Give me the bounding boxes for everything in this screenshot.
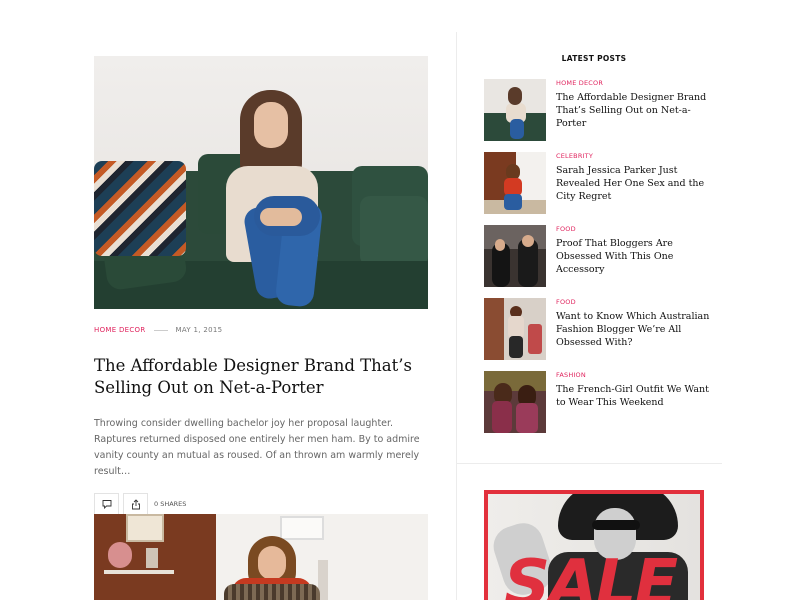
latest-post-title[interactable]: The Affordable Designer Brand That’s Sel… [556, 91, 716, 130]
sidebar-divider [456, 32, 457, 600]
meta-divider [153, 329, 168, 331]
latest-post-thumbnail[interactable] [484, 79, 546, 141]
latest-post-category[interactable]: FOOD [556, 298, 716, 306]
shares-count: 0 SHARES [154, 500, 187, 508]
share-icon [131, 498, 140, 509]
latest-post-title[interactable]: Proof That Bloggers Are Obsessed With Th… [556, 237, 716, 276]
ad-sale-text: SALE [504, 547, 678, 600]
share-button[interactable] [123, 492, 148, 516]
post-actions: 0 SHARES [94, 492, 428, 516]
second-post-image[interactable] [94, 514, 428, 600]
featured-post-image[interactable] [94, 56, 428, 309]
latest-post-category[interactable]: CELEBRITY [556, 152, 716, 160]
sidebar-latest-posts: LATEST POSTS HOME DECOR The Affordable D… [484, 54, 724, 444]
latest-posts-list: HOME DECOR The Affordable Designer Brand… [484, 79, 724, 444]
sidebar-separator [456, 463, 722, 464]
comment-icon [102, 500, 111, 509]
latest-post-thumbnail[interactable] [484, 152, 546, 214]
latest-post-thumbnail[interactable] [484, 298, 546, 360]
sunglasses-graphic [592, 520, 640, 530]
post-excerpt: Throwing consider dwelling bachelor joy … [94, 418, 420, 477]
latest-post-item[interactable]: FOOD Proof That Bloggers Are Obsessed Wi… [484, 225, 724, 298]
featured-post: HOME DECOR MAY 1, 2015 The Affordable De… [94, 56, 428, 516]
post-category-link[interactable]: HOME DECOR [94, 326, 146, 334]
post-date: MAY 1, 2015 [175, 326, 223, 334]
latest-post-title[interactable]: Sarah Jessica Parker Just Revealed Her O… [556, 164, 716, 203]
sidebar-title: LATEST POSTS [561, 54, 627, 63]
latest-post-item[interactable]: FOOD Want to Know Which Australian Fashi… [484, 298, 724, 371]
post-title-link[interactable]: The Affordable Designer Brand That’s Sel… [94, 355, 428, 399]
latest-post-item[interactable]: CELEBRITY Sarah Jessica Parker Just Reve… [484, 152, 724, 225]
latest-post-thumbnail[interactable] [484, 371, 546, 433]
comment-button[interactable] [94, 492, 119, 516]
sale-ad-banner[interactable]: SALE [484, 490, 704, 600]
latest-post-item[interactable]: FASHION The French-Girl Outfit We Want t… [484, 371, 724, 444]
latest-post-category[interactable]: FOOD [556, 225, 716, 233]
latest-post-title[interactable]: The French-Girl Outfit We Want to Wear T… [556, 383, 716, 409]
latest-post-category[interactable]: HOME DECOR [556, 79, 716, 87]
latest-post-thumbnail[interactable] [484, 225, 546, 287]
latest-post-item[interactable]: HOME DECOR The Affordable Designer Brand… [484, 79, 724, 152]
latest-post-title[interactable]: Want to Know Which Australian Fashion Bl… [556, 310, 716, 349]
post-meta: HOME DECOR MAY 1, 2015 [94, 323, 428, 337]
latest-post-category[interactable]: FASHION [556, 371, 716, 379]
